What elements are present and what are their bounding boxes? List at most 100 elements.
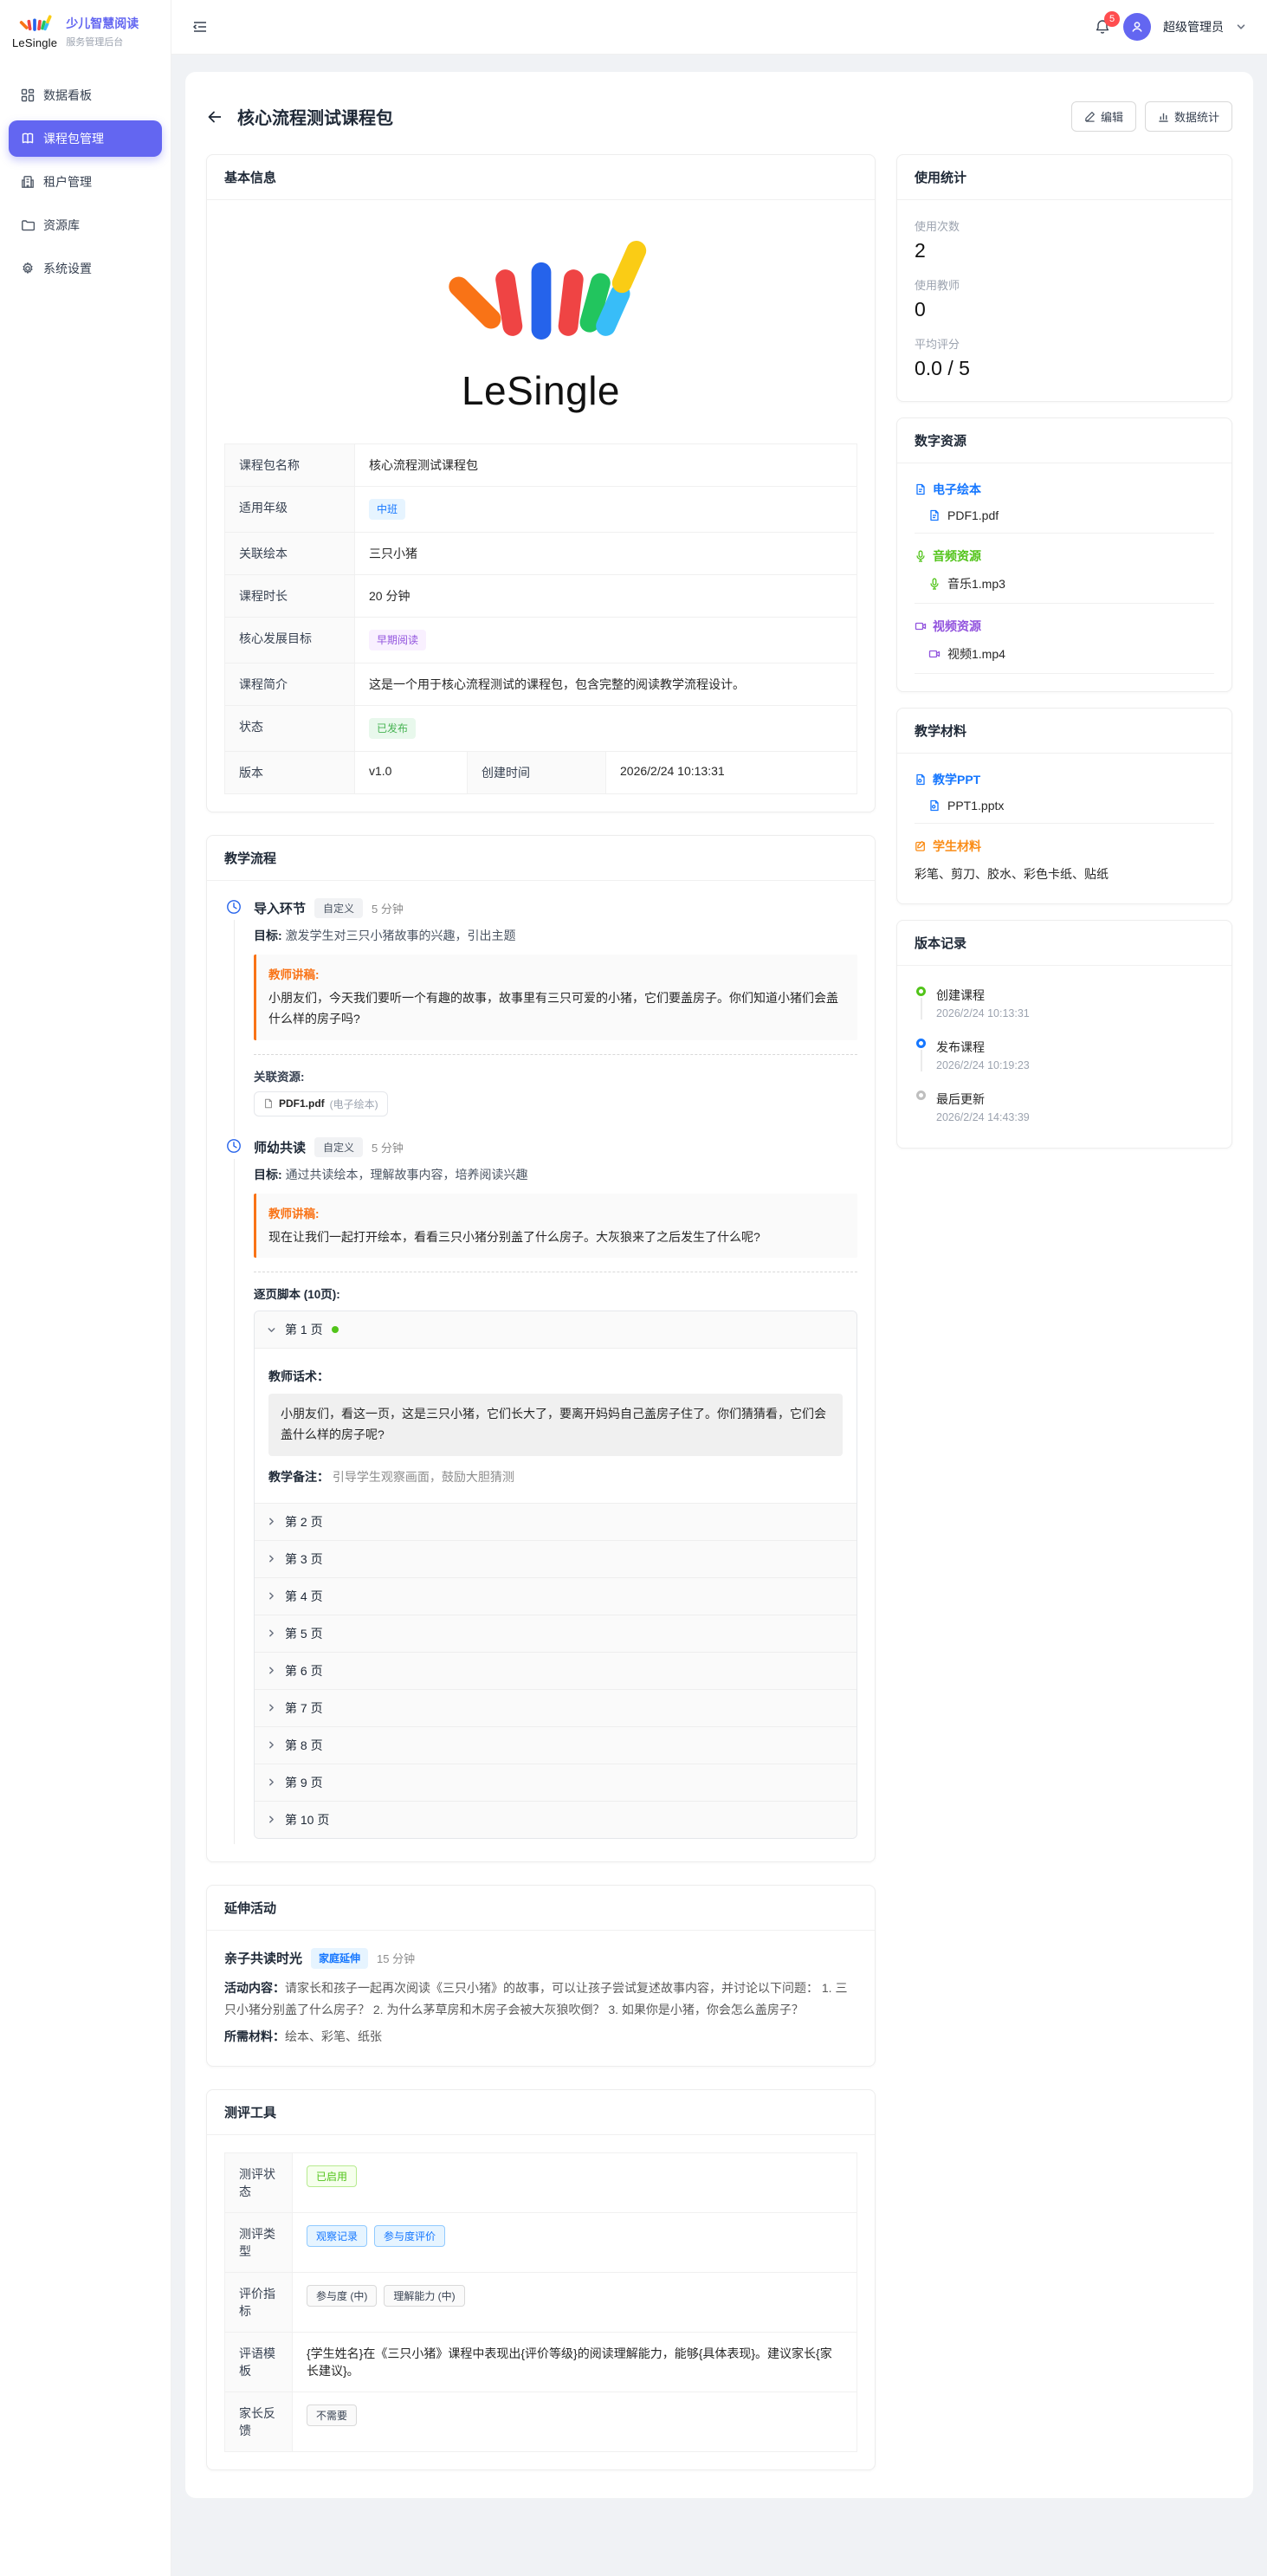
- sidebar-item-course-packages[interactable]: 课程包管理: [9, 120, 162, 157]
- usage-stats-card: 使用统计 使用次数 2 使用教师 0: [896, 154, 1232, 402]
- usage-stats-title: 使用统计: [897, 155, 1231, 200]
- page-title: 核心流程测试课程包: [237, 104, 393, 129]
- data-stats-button-label: 数据统计: [1174, 108, 1219, 125]
- assessment-title: 测评工具: [207, 2090, 875, 2135]
- step-goal: 目标: 激发学生对三只小猪故事的兴趣，引出主题: [254, 927, 857, 944]
- teaching-note: 教学备注： 引导学生观察画面，鼓励大胆猜测: [268, 1468, 843, 1485]
- sidebar-item-resources[interactable]: 资源库: [9, 207, 162, 243]
- accordion-page-5[interactable]: 第 5 页: [255, 1615, 857, 1653]
- timeline-dot-blue: [916, 1039, 926, 1048]
- table-row: 适用年级 中班: [225, 487, 857, 533]
- gear-icon: [21, 262, 35, 275]
- linked-resource-chip[interactable]: PDF1.pdf (电子绘本): [254, 1091, 388, 1116]
- content-card: 核心流程测试课程包 编辑 数据统计: [185, 72, 1253, 2498]
- resource-file-video[interactable]: 视频1.mp4: [915, 635, 1214, 674]
- activity-duration: 15 分钟: [377, 1950, 415, 1966]
- sidebar-item-label: 数据看板: [43, 87, 92, 104]
- sidebar-item-tenants[interactable]: 租户管理: [9, 164, 162, 200]
- timeline-event-created: 创建课程 2026/2/24 10:13:31: [916, 987, 1214, 1039]
- step-goal: 目标: 通过共读绘本，理解故事内容，培养阅读兴趣: [254, 1166, 857, 1183]
- page-content: 核心流程测试课程包 编辑 数据统计: [171, 55, 1267, 2512]
- step-duration: 5 分钟: [372, 1139, 404, 1155]
- ebook-group-header: 电子绘本: [915, 481, 1214, 498]
- document-icon: [915, 483, 927, 495]
- chevron-right-icon: [267, 1628, 276, 1638]
- page-scripts-accordion: 第 1 页 教师话术： 小朋友们，看这一页，这是三只小猪，它们长大了，要离开妈妈…: [254, 1311, 857, 1839]
- page-label: 第 8 页: [285, 1737, 323, 1754]
- digital-resources-card: 数字资源 电子绘本: [896, 417, 1232, 692]
- status-badge: 已发布: [369, 718, 416, 739]
- video-icon: [915, 620, 927, 632]
- file-name: 音乐1.mp3: [947, 575, 1005, 592]
- sidebar-item-label: 课程包管理: [43, 130, 104, 147]
- teacher-script-box: 教师讲稿: 小朋友们，今天我们要听一个有趣的故事，故事里有三只可爱的小猪，它们要…: [254, 955, 857, 1040]
- step-type-badge: 自定义: [314, 898, 363, 918]
- user-name[interactable]: 超级管理员: [1163, 18, 1224, 36]
- step-type-badge: 自定义: [314, 1137, 363, 1157]
- chevron-right-icon: [267, 1815, 276, 1824]
- resource-file-ppt[interactable]: PPT1.pptx: [915, 788, 1214, 824]
- building-icon: [21, 175, 35, 189]
- metric-badge: 理解能力 (中): [384, 2285, 464, 2307]
- activity-name: 亲子共读时光: [224, 1949, 302, 1967]
- sidebar-item-dashboard[interactable]: 数据看板: [9, 77, 162, 113]
- sidebar-item-label: 资源库: [43, 217, 80, 234]
- folder-icon: [21, 218, 35, 232]
- assessment-type-badge: 观察记录: [307, 2225, 367, 2247]
- sidebar-collapse-button[interactable]: [192, 19, 208, 35]
- notification-badge: 5: [1104, 11, 1120, 27]
- sidebar-item-settings[interactable]: 系统设置: [9, 250, 162, 287]
- page-scripts-label: 逐页脚本 (10页):: [254, 1285, 857, 1302]
- accordion-page-9[interactable]: 第 9 页: [255, 1764, 857, 1802]
- file-icon: [263, 1098, 274, 1109]
- notification-bell-button[interactable]: 5: [1094, 18, 1111, 36]
- document-icon: [928, 509, 941, 521]
- accordion-page-4[interactable]: 第 4 页: [255, 1578, 857, 1615]
- bar-chart-icon: [1158, 111, 1169, 122]
- timeline-line: [921, 1050, 922, 1071]
- clock-icon: [226, 1138, 242, 1154]
- timeline-line: [921, 998, 922, 1019]
- accordion-page-3[interactable]: 第 3 页: [255, 1541, 857, 1578]
- resource-file-pdf[interactable]: PDF1.pdf: [915, 498, 1214, 534]
- accordion-page-6[interactable]: 第 6 页: [255, 1653, 857, 1690]
- timeline-event-updated: 最后更新 2026/2/24 14:43:39: [916, 1091, 1214, 1123]
- extension-activity-card: 延伸活动 亲子共读时光 家庭延伸 15 分钟 活动内容：请家长和孩子一起再次阅读…: [206, 1885, 876, 2067]
- menu-fold-icon: [192, 19, 208, 35]
- avatar[interactable]: [1123, 13, 1151, 41]
- chevron-down-icon[interactable]: [1236, 22, 1246, 32]
- grade-badge: 中班: [369, 499, 405, 520]
- app-subtitle: 服务管理后台: [66, 35, 139, 49]
- teaching-materials-title: 教学材料: [897, 709, 1231, 754]
- data-stats-button[interactable]: 数据统计: [1145, 101, 1232, 132]
- accordion-page-2[interactable]: 第 2 页: [255, 1504, 857, 1541]
- stat-usage-count: 使用次数 2: [915, 217, 1214, 262]
- page-has-script-dot: [332, 1326, 339, 1333]
- accordion-page-8[interactable]: 第 8 页: [255, 1727, 857, 1764]
- accordion-page-1[interactable]: 第 1 页: [255, 1311, 857, 1349]
- step-duration: 5 分钟: [372, 900, 404, 916]
- accordion-page-10[interactable]: 第 10 页: [255, 1802, 857, 1838]
- teaching-flow-title: 教学流程: [207, 836, 875, 881]
- assessment-status-badge: 已启用: [307, 2165, 357, 2187]
- chevron-right-icon: [267, 1777, 276, 1787]
- activity-materials: 所需材料：绘本、彩笔、纸张: [224, 2026, 857, 2048]
- app-root: LeSingle 少儿智慧阅读 服务管理后台 数据看板 课程包管理: [0, 0, 1267, 2576]
- table-row: 关联绘本 三只小猪: [225, 533, 857, 575]
- resource-file-audio[interactable]: 音乐1.mp3: [915, 565, 1214, 604]
- clock-icon: [226, 899, 242, 915]
- teaching-materials-card: 教学材料 教学PPT: [896, 708, 1232, 904]
- resource-file-name: PDF1.pdf: [279, 1097, 325, 1110]
- table-row: 家长反馈 不需要: [225, 2392, 857, 2451]
- accordion-page-7[interactable]: 第 7 页: [255, 1690, 857, 1727]
- step-name: 导入环节: [254, 899, 306, 917]
- table-row: 课程简介 这是一个用于核心流程测试的课程包，包含完整的阅读教学流程设计。: [225, 663, 857, 706]
- chevron-right-icon: [267, 1740, 276, 1750]
- student-materials-list: 彩笔、剪刀、胶水、彩色卡纸、贴纸: [915, 855, 1214, 886]
- course-package-logo: LeSingle: [224, 217, 857, 443]
- edit-button[interactable]: 编辑: [1071, 101, 1136, 132]
- assessment-card: 测评工具 测评状态 已启用 测评类型: [206, 2089, 876, 2470]
- page-label: 第 1 页: [285, 1321, 323, 1338]
- back-button[interactable]: [206, 108, 223, 126]
- table-row: 测评状态 已启用: [225, 2153, 857, 2213]
